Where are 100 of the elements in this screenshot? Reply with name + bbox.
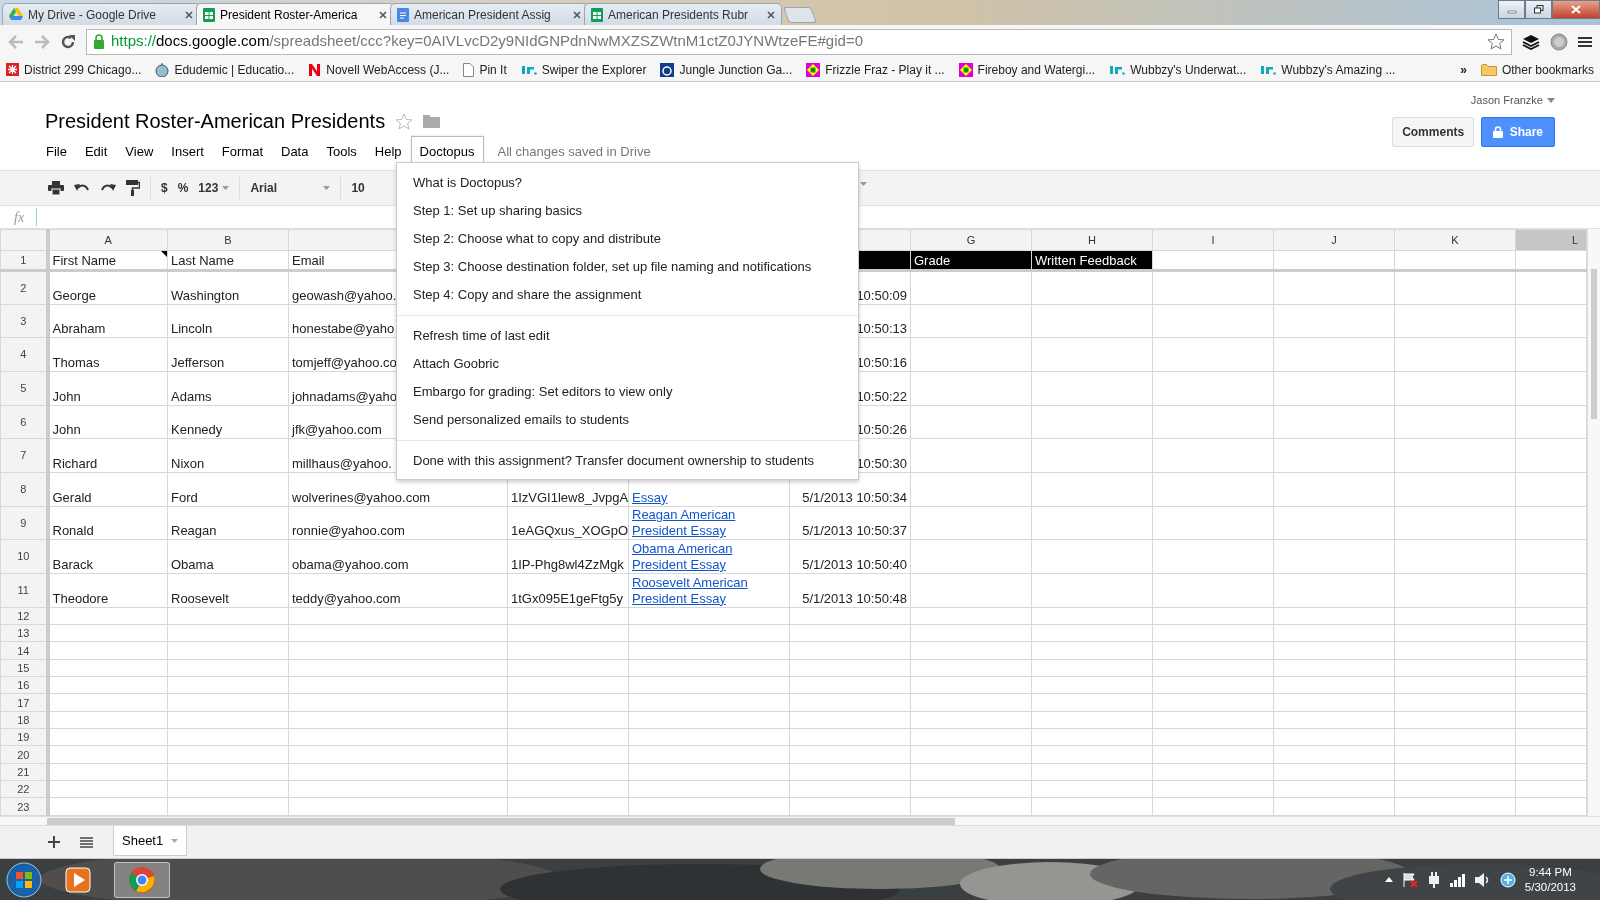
menu-item[interactable]: File xyxy=(37,136,76,168)
vertical-scrollbar[interactable] xyxy=(1587,229,1600,816)
timestamp: 5/1/2013 10:50:34 xyxy=(802,489,907,505)
star-icon[interactable] xyxy=(1487,33,1505,50)
signal-icon[interactable] xyxy=(1449,872,1466,887)
column-header[interactable]: A xyxy=(47,229,168,251)
other-bookmarks[interactable]: Other bookmarks xyxy=(1480,60,1594,79)
menu-option[interactable]: Step 1: Set up sharing basics xyxy=(397,197,858,225)
timestamp: 5/1/2013 10:50:40 xyxy=(802,557,907,572)
menu-option[interactable]: Step 2: Choose what to copy and distribute xyxy=(397,225,858,253)
column-header[interactable]: B xyxy=(167,229,289,251)
close-icon[interactable] xyxy=(185,10,193,19)
menu-option[interactable]: Step 4: Copy and share the assignment xyxy=(397,281,858,309)
menu-item[interactable]: Help xyxy=(365,136,411,168)
start-orb-icon[interactable] xyxy=(6,861,42,898)
sheet-tab[interactable]: Sheet1 xyxy=(113,826,188,856)
reload-icon[interactable] xyxy=(60,33,76,50)
overflow-chevron[interactable]: » xyxy=(1460,60,1467,79)
address-bar[interactable]: https://docs.google.com/spreadsheet/ccc?key=0AIVLvcD2y9NIdGNPdnNwMXZSZWtnM1ctZ0JYNWtzeFE#gid=0 xyxy=(86,28,1512,55)
minimize-button[interactable] xyxy=(1498,0,1525,19)
row-number[interactable]: 7 xyxy=(0,438,48,473)
menu-option[interactable]: What is Doctopus? xyxy=(397,169,858,197)
font-dropdown[interactable]: Arial xyxy=(250,179,331,197)
close-window-button[interactable] xyxy=(1552,0,1600,19)
menu-item[interactable]: View xyxy=(116,136,163,168)
email: geowash@yahoo. xyxy=(292,287,397,303)
network-icon[interactable] xyxy=(1499,871,1516,888)
document-title[interactable]: President Roster-American Presidents xyxy=(45,106,386,136)
folder-icon xyxy=(1480,63,1497,76)
close-icon[interactable] xyxy=(767,10,775,19)
column-header[interactable]: I xyxy=(1152,229,1274,251)
add-icon[interactable] xyxy=(48,836,60,848)
star-icon[interactable] xyxy=(395,112,414,130)
bookmark[interactable]: Wubbzy's Underwat... xyxy=(1109,60,1247,79)
bookmark[interactable]: Novell WebAccess (J... xyxy=(308,60,450,79)
row-number[interactable]: 4 xyxy=(0,337,48,372)
comments-button[interactable]: Comments xyxy=(1392,116,1475,147)
row-number[interactable]: 9 xyxy=(0,506,48,540)
menu-option[interactable]: Send personalized emails to students xyxy=(397,406,858,434)
bookmark[interactable]: Edudemic | Educatio... xyxy=(155,60,295,79)
formula-label: fx xyxy=(14,208,25,227)
row-number[interactable]: 6 xyxy=(0,405,48,439)
column-header[interactable]: G xyxy=(910,229,1032,251)
menu-option[interactable]: Refresh time of last edit xyxy=(397,322,858,350)
browser-tab[interactable]: American Presidents Rubr xyxy=(584,3,782,25)
lock-icon xyxy=(1492,125,1503,138)
plug-icon[interactable] xyxy=(1426,871,1441,888)
menu-item[interactable]: Insert xyxy=(162,136,213,168)
menu-icon[interactable] xyxy=(1578,35,1592,48)
clock[interactable]: 9:44 PM 5/30/2013 xyxy=(1524,864,1576,895)
browser-taskbar-button[interactable] xyxy=(114,861,170,898)
currency-button[interactable]: $ xyxy=(161,179,168,197)
horizontal-scrollbar[interactable] xyxy=(0,816,1600,826)
bookmark[interactable]: Swiper the Explorer xyxy=(520,60,647,79)
column-header[interactable]: L xyxy=(1515,229,1587,251)
row-number[interactable]: 10 xyxy=(0,539,48,574)
number-format-dropdown[interactable]: 123 xyxy=(198,179,230,197)
castle-logo-icon xyxy=(660,62,675,77)
print-icon[interactable] xyxy=(48,181,64,195)
close-icon[interactable] xyxy=(573,10,581,19)
column-header[interactable]: J xyxy=(1273,229,1395,251)
menu-item[interactable]: Format xyxy=(212,136,272,168)
apple-icon xyxy=(155,62,170,77)
bookmark[interactable]: Pin It xyxy=(463,60,507,79)
speaker-icon[interactable] xyxy=(1474,872,1491,887)
list-icon[interactable] xyxy=(80,836,93,848)
row-number[interactable]: 3 xyxy=(0,304,48,338)
menu-item[interactable]: Tools xyxy=(317,136,366,168)
bookmark[interactable]: District 299 Chicago... xyxy=(6,60,142,79)
font-size-dropdown[interactable]: 10 xyxy=(351,179,382,197)
menu-option[interactable]: Step 3: Choose destination folder, set up file naming and notifications xyxy=(397,253,858,281)
row-number[interactable]: 2 xyxy=(0,270,48,304)
menu-option[interactable]: Done with this assignment? Transfer document ownership to students xyxy=(397,447,858,475)
restore-button[interactable] xyxy=(1525,0,1552,19)
close-icon[interactable] xyxy=(379,10,387,19)
bookmark[interactable]: Frizzle Fraz - Play it ... xyxy=(806,60,945,79)
email: jfk@yahoo.com xyxy=(292,422,382,438)
menu-item[interactable]: Edit xyxy=(75,136,117,168)
row-number[interactable]: 5 xyxy=(0,371,48,406)
menu-item[interactable]: Data xyxy=(272,136,318,168)
account-menu[interactable]: Jason Franzke xyxy=(1470,92,1555,109)
flag-icon[interactable] xyxy=(1401,871,1418,888)
percent-button[interactable]: % xyxy=(177,179,189,197)
menu-option[interactable]: Embargo for grading: Set editors to view only xyxy=(397,378,858,406)
menu-option[interactable]: Attach Goobric xyxy=(397,350,858,378)
bookmark[interactable]: Fireboy and Watergi... xyxy=(958,60,1096,79)
up-arrow-icon[interactable] xyxy=(1384,877,1393,882)
url-text: https://docs.google.com/spreadsheet/ccc?key=0AIVLvcD2y9NIdGNPdnNwMXZSZWtnM1ctZ0JYNWtzeFE#gid=0 xyxy=(111,31,863,52)
column-header[interactable]: H xyxy=(1031,229,1153,251)
paint-roller-icon[interactable] xyxy=(126,180,140,196)
profile-icon[interactable] xyxy=(1550,32,1568,51)
bookmark[interactable]: Jungle Junction Ga... xyxy=(660,60,793,79)
layers-icon[interactable] xyxy=(1522,33,1540,50)
column-header[interactable]: K xyxy=(1394,229,1516,251)
first-name: Barack xyxy=(52,557,93,572)
bookmark[interactable]: Wubbzy's Amazing ... xyxy=(1260,60,1396,79)
row-number[interactable]: 8 xyxy=(0,472,48,507)
row-number[interactable]: 11 xyxy=(0,573,48,608)
jr-logo-icon xyxy=(520,63,537,76)
first-name: John xyxy=(52,422,81,438)
